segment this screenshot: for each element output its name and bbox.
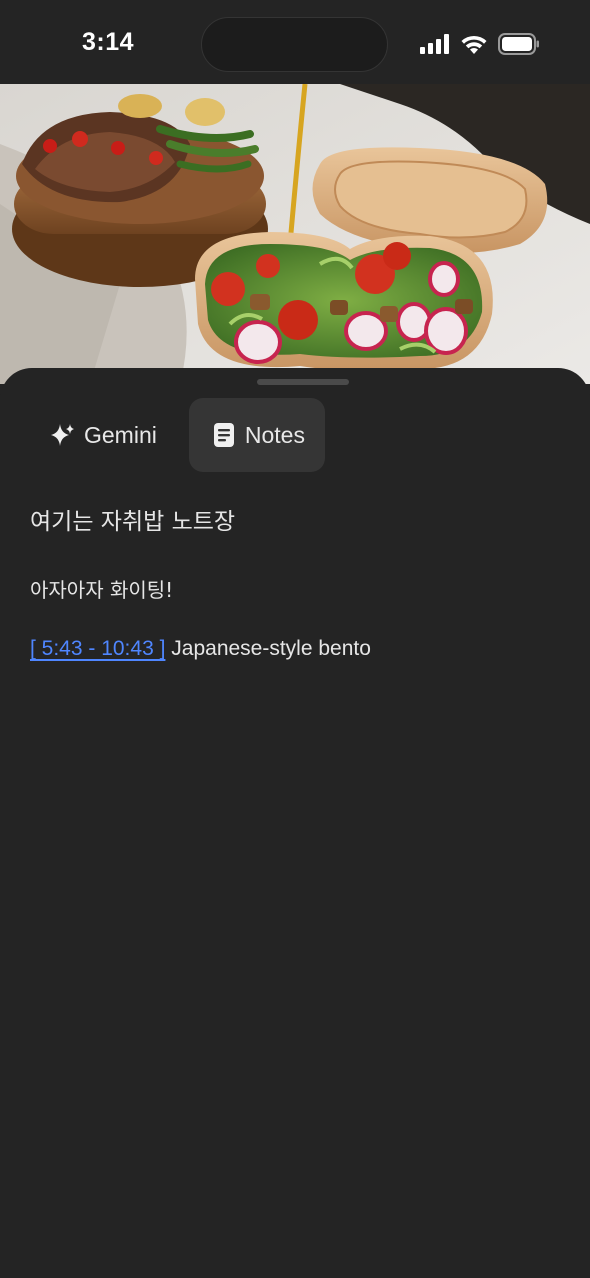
note-timestamp-line: [ 5:43 - 10:43 ] Japanese-style bento <box>30 634 560 664</box>
tab-notes[interactable]: Notes <box>188 398 325 472</box>
video-player[interactable] <box>0 84 590 384</box>
status-time: 3:14 <box>82 28 135 56</box>
cellular-signal-icon <box>420 34 449 54</box>
document-icon <box>211 422 237 448</box>
sheet-grabber[interactable] <box>257 379 349 385</box>
tab-gemini[interactable]: Gemini <box>28 398 177 472</box>
wifi-icon <box>461 35 487 54</box>
battery-icon <box>498 33 539 55</box>
note-title: 여기는 자취밥 노트장 <box>30 509 236 535</box>
dynamic-island <box>201 17 388 72</box>
tab-gemini-label: Gemini <box>84 421 157 448</box>
tab-notes-label: Notes <box>244 421 305 448</box>
video-thumbnail-image <box>0 84 590 384</box>
notes-content[interactable]: 여기는 자취밥 노트장 아자아자 화이팅! [ 5:43 - 10:43 ] J… <box>30 506 560 664</box>
note-line: 아자아자 화이팅! <box>30 578 174 602</box>
sparkle-icon <box>50 422 76 448</box>
timestamp-link[interactable]: [ 5:43 - 10:43 ] <box>30 637 165 660</box>
bottom-sheet: Gemini Notes 여기는 자취밥 노트장 아자아자 화이팅! [ 5:4… <box>0 368 590 1278</box>
status-icons <box>420 33 540 55</box>
timestamp-note-text: Japanese-style bento <box>171 637 371 660</box>
tab-bar: Gemini Notes <box>28 398 325 472</box>
status-bar: 3:14 <box>0 0 590 84</box>
screen: 3:14 Gemini Notes 여기는 자취밥 노트장 아자아자 화이팅! … <box>0 0 590 1278</box>
